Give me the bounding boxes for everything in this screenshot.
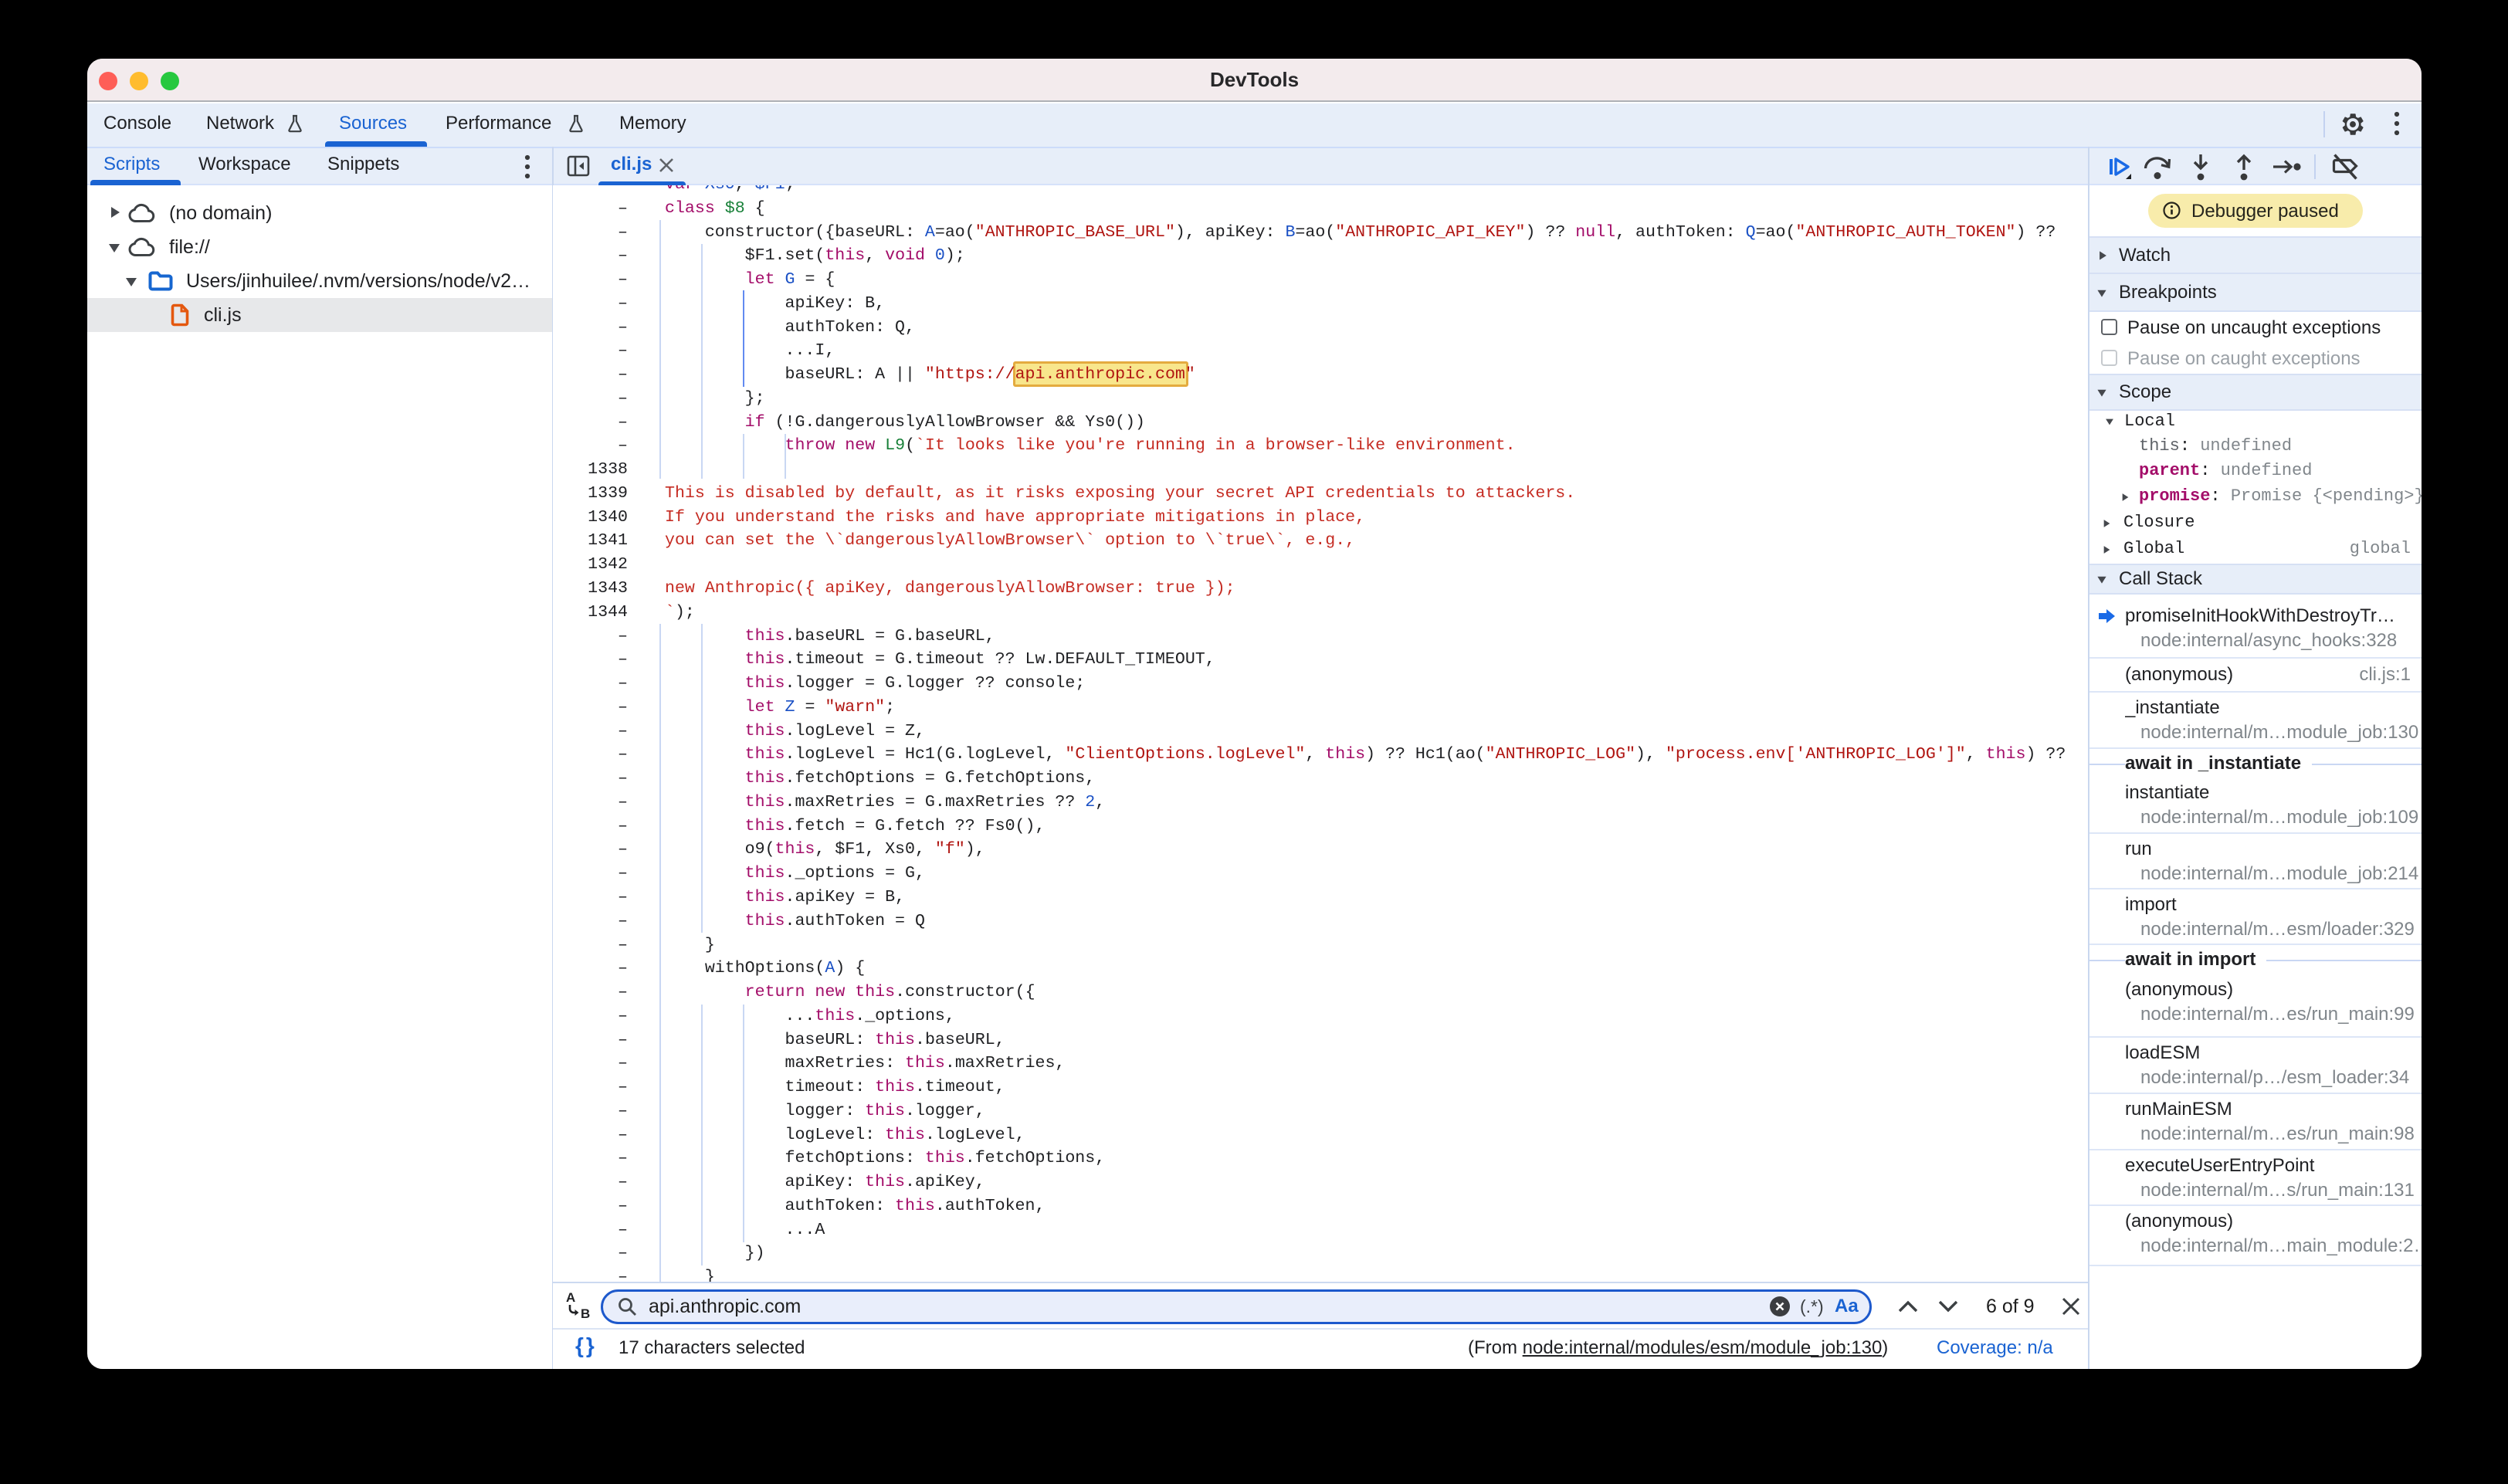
svg-text:A: A (566, 1290, 575, 1305)
svg-text:B: B (581, 1306, 590, 1321)
